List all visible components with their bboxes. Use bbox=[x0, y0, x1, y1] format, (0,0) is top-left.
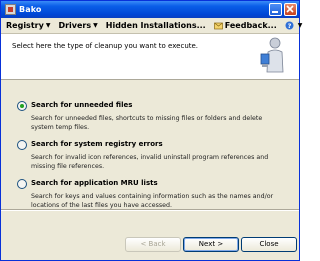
menu-hidden-installations[interactable]: Hidden Installations... bbox=[103, 21, 209, 30]
menu-drivers-label: Drivers bbox=[58, 21, 92, 30]
header-instruction: Select here the type of cleanup you want… bbox=[12, 42, 199, 50]
options-panel: Search for unneeded files Search for unn… bbox=[1, 81, 299, 209]
menu-drivers[interactable]: Drivers ▼ bbox=[55, 21, 100, 30]
title-bar[interactable]: Bako bbox=[1, 1, 299, 18]
menu-registry-label: Registry bbox=[6, 21, 44, 30]
close-icon bbox=[286, 5, 294, 13]
menu-feedback-label: Feedback... bbox=[224, 21, 277, 30]
footer-divider bbox=[1, 209, 299, 211]
app-window: Bako Registry ▼ Drivers ▼ Hidden Install… bbox=[0, 0, 302, 261]
title-bar-buttons bbox=[269, 3, 297, 16]
radio-unneeded-files[interactable] bbox=[17, 101, 27, 111]
option-description: Search for keys and values containing in… bbox=[31, 193, 274, 209]
wizard-header: Select here the type of cleanup you want… bbox=[1, 34, 299, 80]
radio-mru-lists[interactable] bbox=[17, 179, 27, 189]
option-title[interactable]: Search for unneeded files bbox=[31, 101, 132, 109]
option-title[interactable]: Search for application MRU lists bbox=[31, 179, 158, 187]
chevron-down-icon: ▼ bbox=[45, 22, 51, 29]
option-description: Search for invalid icon references, inva… bbox=[31, 154, 269, 170]
close-window-button[interactable] bbox=[284, 3, 297, 16]
feedback-icon bbox=[213, 22, 223, 30]
chevron-down-icon: ▼ bbox=[297, 22, 303, 29]
menu-bar: Registry ▼ Drivers ▼ Hidden Installation… bbox=[1, 18, 302, 34]
radio-registry-errors[interactable] bbox=[17, 140, 27, 150]
window-title: Bako bbox=[19, 5, 42, 14]
option-description: Search for unneeded files, shortcuts to … bbox=[31, 115, 263, 131]
menu-hidden-installations-label: Hidden Installations... bbox=[105, 21, 206, 30]
app-icon bbox=[5, 4, 16, 15]
next-button[interactable]: Next > bbox=[183, 237, 239, 252]
back-button[interactable]: < Back bbox=[125, 237, 181, 252]
chevron-down-icon: ▼ bbox=[93, 22, 98, 29]
menu-registry[interactable]: Registry ▼ bbox=[3, 21, 53, 30]
menu-feedback[interactable]: Feedback... bbox=[211, 21, 280, 30]
close-button[interactable]: Close bbox=[241, 237, 297, 252]
option-title[interactable]: Search for system registry errors bbox=[31, 140, 163, 148]
user-computer-icon bbox=[260, 37, 284, 73]
svg-text:?: ? bbox=[287, 22, 291, 30]
minimize-icon bbox=[272, 11, 278, 13]
minimize-button[interactable] bbox=[269, 3, 282, 16]
menu-help[interactable]: ? ▼ bbox=[282, 21, 306, 30]
help-icon: ? bbox=[285, 21, 294, 30]
